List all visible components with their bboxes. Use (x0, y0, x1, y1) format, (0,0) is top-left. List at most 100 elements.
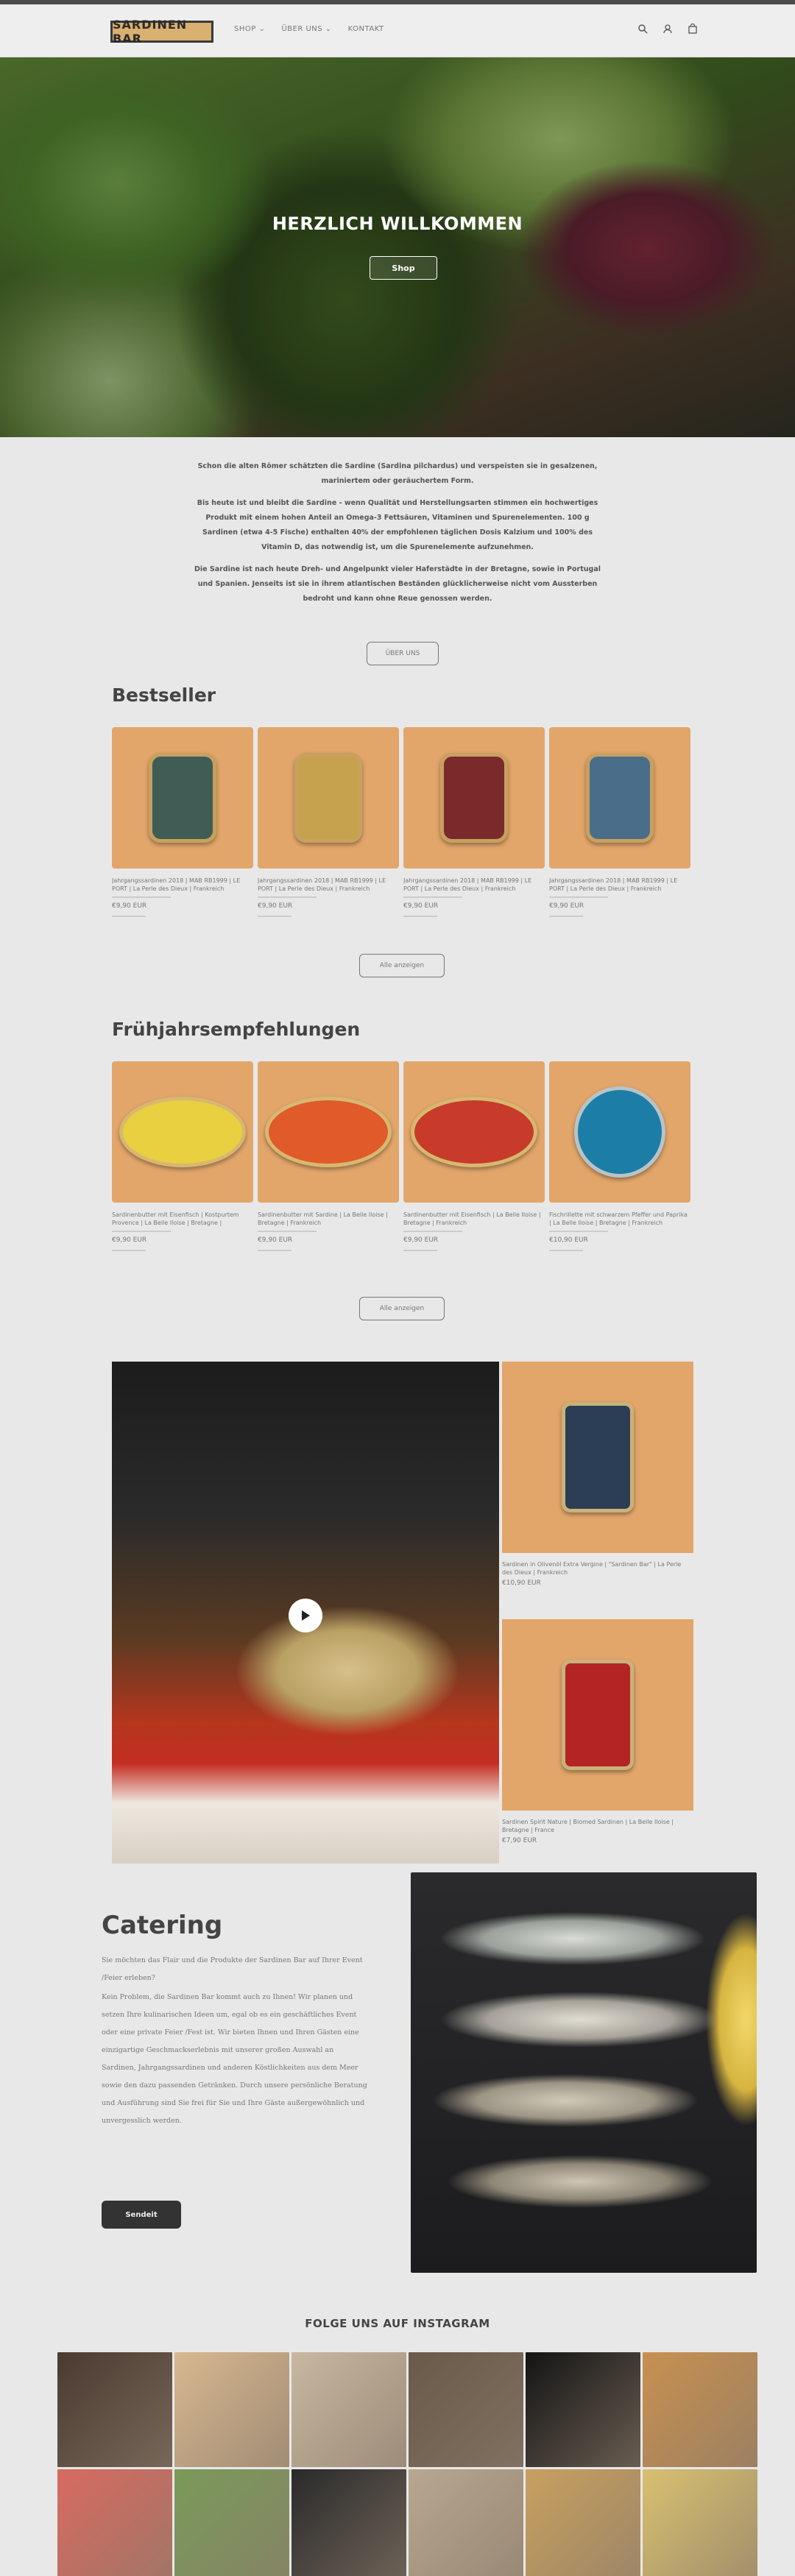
product-card[interactable]: Fischrillette mit schwarzem Pfeffer und … (549, 1061, 690, 1251)
product-unit-price (549, 916, 583, 917)
nav-shop[interactable]: SHOP ⌄ (234, 25, 265, 33)
about-button[interactable]: ÜBER UNS (367, 642, 439, 665)
product-price: €9,90 EUR (403, 1236, 439, 1244)
instagram-post[interactable] (57, 2352, 172, 2467)
product-price: €9,90 EUR (112, 1236, 147, 1244)
site-header: SARDINEN BAR SHOP ⌄ ÜBER UNS ⌄ KONTAKT (0, 4, 795, 57)
instagram-post[interactable] (174, 2352, 289, 2467)
product-card[interactable]: Sardinenbutter mit Sardine | La Belle Il… (258, 1061, 399, 1251)
product-unit-price (549, 1250, 583, 1251)
product-image[interactable] (258, 1061, 399, 1203)
spring-title: Frühjahrsempfehlungen (112, 1019, 361, 1040)
product-price: €7,90 EUR (502, 1837, 537, 1844)
search-icon[interactable] (637, 24, 649, 35)
instagram-title: FOLGE UNS AUF INSTAGRAM (305, 2317, 490, 2330)
catering-paragraph: Kein Problem, die Sardinen Bar kommt auc… (102, 1993, 367, 2125)
product-name[interactable]: Sardinen in Olivenöl Extra Vergine | "Sa… (502, 1560, 693, 1577)
product-name[interactable]: Sardinenbutter mit Eisenfisch | Kostpurt… (112, 1211, 253, 1227)
main-nav: SHOP ⌄ ÜBER UNS ⌄ KONTAKT (234, 25, 384, 33)
product-image[interactable] (112, 727, 253, 868)
product-divider (403, 896, 462, 898)
product-image[interactable] (549, 1061, 690, 1203)
instagram-post[interactable] (643, 2469, 757, 2576)
hero-shop-button[interactable]: Shop (370, 256, 437, 280)
product-image[interactable] (502, 1362, 693, 1553)
intro-paragraph: Schon die alten Römer schätzten die Sard… (197, 462, 598, 485)
product-name[interactable]: Jahrgangssardinen 2018 | MAB RB1999 | LE… (258, 877, 399, 893)
product-card[interactable]: Jahrgangssardinen 2018 | MAB RB1999 | LE… (258, 727, 399, 917)
product-name[interactable]: Sardinen Spirit Nature | Biomed Sardinen… (502, 1818, 693, 1834)
product-unit-price (258, 916, 292, 917)
instagram-post[interactable] (57, 2469, 172, 2576)
instagram-post[interactable] (292, 2352, 406, 2467)
bestseller-view-all-button[interactable]: Alle anzeigen (359, 954, 445, 977)
product-video[interactable] (112, 1362, 499, 1864)
product-unit-price (112, 1250, 146, 1251)
catering-paragraph: Sie möchten das Flair und die Produkte d… (102, 1956, 363, 1982)
catering-send-button[interactable]: Sendeit (102, 2201, 181, 2229)
play-icon[interactable] (289, 1599, 322, 1632)
product-divider (549, 1231, 608, 1232)
product-price: €10,90 EUR (549, 1236, 588, 1244)
hero-title: HERZLICH WILLKOMMEN (272, 213, 523, 234)
product-unit-price (403, 916, 437, 917)
product-divider (549, 896, 608, 898)
nav-contact[interactable]: KONTAKT (348, 25, 384, 33)
sardine-tin-icon (149, 753, 216, 843)
hero-banner: HERZLICH WILLKOMMEN Shop (0, 57, 795, 437)
product-name[interactable]: Jahrgangssardinen 2018 | MAB RB1999 | LE… (112, 877, 253, 893)
instagram-post[interactable] (643, 2352, 757, 2467)
product-image[interactable] (502, 1619, 693, 1811)
sardine-tin-icon (265, 1097, 392, 1167)
catering-text: Sie möchten das Flair und die Produkte d… (102, 1952, 368, 2131)
product-price: €9,90 EUR (258, 902, 293, 910)
product-image[interactable] (403, 727, 545, 868)
product-price: €9,90 EUR (112, 902, 147, 910)
product-unit-price (112, 916, 146, 917)
cart-icon[interactable] (688, 24, 699, 35)
product-name[interactable]: Sardinenbutter mit Sardine | La Belle Il… (258, 1211, 399, 1227)
instagram-post[interactable] (526, 2469, 640, 2576)
nav-about[interactable]: ÜBER UNS ⌄ (281, 25, 331, 33)
product-image[interactable] (258, 727, 399, 868)
product-price: €10,90 EUR (502, 1579, 541, 1587)
catering-image (411, 1872, 757, 2273)
product-unit-price (403, 1250, 437, 1251)
product-divider (258, 1231, 317, 1232)
product-price: €9,90 EUR (549, 902, 584, 910)
featured-product-card[interactable]: Sardinen Spirit Nature | Biomed Sardinen… (502, 1619, 693, 1844)
product-name[interactable]: Jahrgangssardinen 2018 | MAB RB1999 | LE… (403, 877, 545, 893)
product-divider (112, 896, 171, 898)
instagram-post[interactable] (409, 2352, 523, 2467)
product-divider (258, 896, 317, 898)
sardine-tin-icon (586, 753, 654, 843)
product-card[interactable]: Sardinenbutter mit Eisenfisch | La Belle… (403, 1061, 545, 1251)
instagram-post[interactable] (174, 2469, 289, 2576)
instagram-post[interactable] (292, 2469, 406, 2576)
instagram-post[interactable] (409, 2469, 523, 2576)
product-card[interactable]: Jahrgangssardinen 2018 | MAB RB1999 | LE… (403, 727, 545, 917)
site-logo[interactable]: SARDINEN BAR (110, 18, 213, 46)
product-divider (403, 1231, 462, 1232)
product-image[interactable] (403, 1061, 545, 1203)
account-icon[interactable] (662, 24, 674, 35)
product-card[interactable]: Sardinenbutter mit Eisenfisch | Kostpurt… (112, 1061, 253, 1251)
product-name[interactable]: Fischrillette mit schwarzem Pfeffer und … (549, 1211, 690, 1227)
product-name[interactable]: Sardinenbutter mit Eisenfisch | La Belle… (403, 1211, 545, 1227)
product-card[interactable]: Jahrgangssardinen 2018 | MAB RB1999 | LE… (549, 727, 690, 917)
sardine-tin-icon (562, 1402, 634, 1512)
spring-view-all-button[interactable]: Alle anzeigen (359, 1297, 445, 1320)
header-icons (637, 24, 699, 35)
sardine-tin-icon (411, 1097, 537, 1167)
featured-product-card[interactable]: Sardinen in Olivenöl Extra Vergine | "Sa… (502, 1362, 693, 1587)
intro-paragraph: Bis heute ist und bleibt die Sardine - w… (197, 499, 598, 551)
product-price: €9,90 EUR (403, 902, 439, 910)
instagram-post[interactable] (526, 2352, 640, 2467)
catering-title: Catering (102, 1911, 223, 1940)
product-card[interactable]: Jahrgangssardinen 2018 | MAB RB1999 | LE… (112, 727, 253, 917)
sardine-tin-icon (294, 753, 362, 843)
product-divider (112, 1231, 171, 1232)
product-image[interactable] (549, 727, 690, 868)
product-name[interactable]: Jahrgangssardinen 2018 | MAB RB1999 | LE… (549, 877, 690, 893)
product-image[interactable] (112, 1061, 253, 1203)
